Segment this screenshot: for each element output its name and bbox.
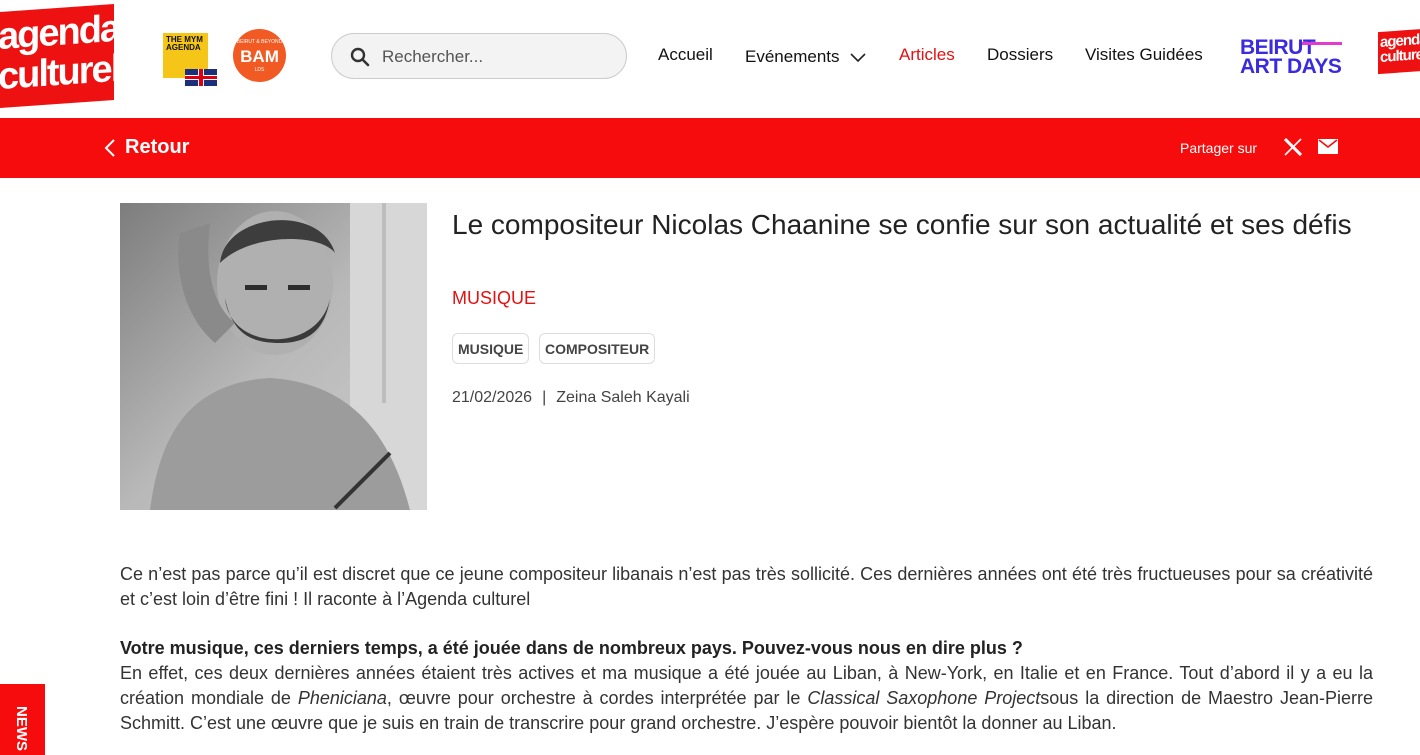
back-label: Retour bbox=[125, 136, 190, 158]
article-author: Zeina Saleh Kayali bbox=[556, 389, 690, 406]
search-input[interactable] bbox=[380, 44, 614, 70]
logo2-line-2: culturel bbox=[1380, 45, 1420, 66]
nav-accueil[interactable]: Accueil bbox=[658, 45, 713, 65]
tag-musique[interactable]: MUSIQUE bbox=[452, 333, 530, 364]
search-box[interactable] bbox=[331, 33, 627, 79]
bad-line-2: ART DAYS bbox=[1240, 55, 1342, 78]
article-title: Le compositeur Nicolas Chaanine se confi… bbox=[452, 209, 1352, 240]
article-intro: Ce n’est pas parce qu’il est discret que… bbox=[120, 564, 1373, 609]
article-photo[interactable] bbox=[120, 203, 427, 510]
news-side-tab[interactable]: NEWS bbox=[0, 684, 45, 755]
bam-small-text: BEIRUT & BEYOND bbox=[236, 39, 283, 45]
interview-answer: En effet, ces deux dernières années étai… bbox=[120, 661, 1373, 736]
search-icon bbox=[350, 47, 370, 67]
uk-flag-icon[interactable] bbox=[185, 69, 217, 86]
beirut-art-days-logo[interactable]: BEIRUT ART DAYS bbox=[1240, 37, 1342, 78]
agenda-culturel-logo-small[interactable]: agenda culturel bbox=[1378, 27, 1420, 75]
work-title: Pheniciana bbox=[297, 688, 387, 708]
composer-portrait-image bbox=[120, 203, 427, 510]
nav-articles[interactable]: Articles bbox=[899, 45, 955, 65]
site-header: agenda culturel THE MYM AGENDA BEIRUT & … bbox=[0, 0, 1420, 118]
nav-evenements-label: Evénements bbox=[745, 47, 840, 66]
nav-evenements[interactable]: Evénements bbox=[745, 47, 866, 67]
article-meta: 21/02/2026 | Zeina Saleh Kayali bbox=[452, 389, 690, 407]
bam-logo[interactable]: BEIRUT & BEYOND BAM LDS bbox=[233, 29, 286, 82]
article-toolbar: Retour Partager sur bbox=[0, 118, 1420, 178]
meta-separator: | bbox=[542, 389, 547, 406]
logo-line-2: culturel bbox=[0, 47, 114, 99]
nav-visites-guidees[interactable]: Visites Guidées bbox=[1085, 45, 1203, 65]
article-category[interactable]: MUSIQUE bbox=[452, 288, 536, 309]
nav-dossiers[interactable]: Dossiers bbox=[987, 45, 1053, 65]
article-date: 21/02/2026 bbox=[452, 389, 533, 406]
bam-year: LDS bbox=[254, 67, 265, 73]
ensemble-name: Classical Saxophone Project bbox=[807, 688, 1041, 708]
news-tab-label: NEWS bbox=[13, 706, 30, 751]
answer-text-2: , œuvre pour orchestre à cordes interpré… bbox=[386, 688, 808, 708]
tag-compositeur[interactable]: COMPOSITEUR bbox=[539, 333, 656, 364]
agenda-culturel-logo[interactable]: agenda culturel bbox=[0, 4, 114, 108]
interview-question: Votre musique, ces derniers temps, a été… bbox=[120, 638, 1023, 658]
chevron-down-icon bbox=[849, 52, 866, 62]
share-label: Partager sur bbox=[1180, 140, 1258, 156]
mail-icon[interactable] bbox=[1318, 139, 1338, 154]
bad-accent bbox=[1302, 42, 1342, 45]
article-qa-block: Votre musique, ces derniers temps, a été… bbox=[120, 636, 1373, 736]
x-twitter-icon[interactable] bbox=[1284, 138, 1302, 156]
chevron-left-icon bbox=[104, 139, 115, 157]
bam-title: BAM bbox=[240, 47, 279, 66]
